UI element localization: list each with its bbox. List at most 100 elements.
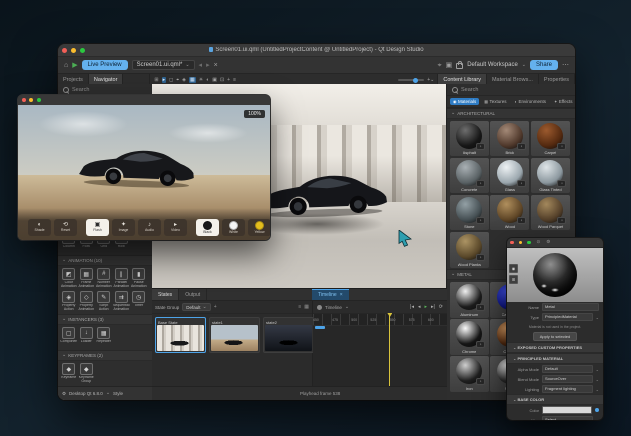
preview-tool-icon[interactable]: ⊞	[509, 275, 518, 284]
viewport-tool-icon[interactable]: ▣	[212, 78, 217, 83]
chevron-down-icon[interactable]: ⌄	[430, 78, 434, 83]
material-tile[interactable]: ↓Carpet	[531, 121, 570, 157]
mode-button[interactable]: ✦Image	[112, 219, 135, 236]
property-value[interactable]: Apply to selected	[533, 332, 577, 341]
property-row[interactable]: Alpha Mode Default ⌄	[507, 364, 603, 374]
overlay-icon[interactable]: ▣	[446, 62, 453, 69]
component-item[interactable]: ◆Keyframe	[60, 363, 78, 384]
property-row[interactable]: Name Metal ⌄	[507, 302, 603, 312]
component-item[interactable]: ▦Frame Animation	[78, 268, 96, 289]
workspace-selector[interactable]: Default Workspace	[467, 62, 518, 68]
property-value[interactable]: SourceOver	[542, 375, 593, 383]
material-tile[interactable]: ↓Aluminum	[450, 282, 489, 318]
annotation-icon[interactable]: ⌖	[438, 62, 442, 69]
add-state-icon[interactable]: +	[214, 304, 217, 310]
lock-icon[interactable]	[456, 63, 463, 69]
property-row[interactable]: Color ⌄	[507, 405, 603, 415]
property-row[interactable]: Blend Mode SourceOver ⌄	[507, 374, 603, 384]
state-group-selector[interactable]: Default⌄	[182, 303, 210, 311]
run-icon[interactable]: ▶	[72, 62, 77, 69]
material-tile[interactable]: ↓Wood	[490, 195, 529, 231]
forward-icon[interactable]: ▸	[206, 62, 210, 69]
library-search[interactable]: Search	[447, 84, 575, 96]
link-icon[interactable]	[595, 408, 599, 412]
property-value[interactable]: Default	[542, 365, 593, 373]
component-item[interactable]: ✎Script Action	[95, 291, 113, 312]
car-model[interactable]	[75, 143, 198, 192]
property-value[interactable]: PrincipledMaterial	[542, 313, 593, 321]
component-item[interactable]: ◇Property Animation	[78, 291, 96, 312]
minimize-window-button[interactable]	[519, 241, 523, 245]
pin-icon[interactable]: ⊙	[537, 240, 541, 245]
mode-button[interactable]: ▣Flash	[86, 219, 109, 236]
close-window-button[interactable]	[22, 98, 26, 102]
car-model[interactable]	[255, 168, 392, 222]
timeline-scrollbar[interactable]	[315, 326, 325, 329]
property-value[interactable]: Select	[542, 416, 593, 420]
zoom-window-button[interactable]	[37, 98, 41, 102]
property-row[interactable]: PRINCIPLED MATERIAL ⌄	[507, 353, 603, 364]
slider-knob-icon[interactable]	[413, 78, 418, 83]
car-color-button[interactable]: White	[222, 219, 245, 236]
component-item[interactable]: ◆Keyframe Group	[78, 363, 96, 384]
viewport-tool-icon[interactable]: ◐	[206, 78, 209, 83]
material-tile[interactable]: ↓Iron	[450, 356, 489, 392]
section-header[interactable]: ⌄ANIMATION (10)	[58, 255, 152, 266]
viewport-tool-icon[interactable]: ☀	[199, 78, 203, 83]
preview-tool-icon[interactable]: ◉	[509, 264, 518, 273]
close-document-icon[interactable]: ×	[214, 62, 218, 69]
material-tile[interactable]: ↓Concrete	[450, 158, 489, 194]
component-item[interactable]: ⇉Sequential Animation	[113, 291, 131, 312]
share-button[interactable]: Share	[530, 60, 558, 70]
material-tile[interactable]: ↓Wood Planks	[450, 232, 489, 268]
more-icon[interactable]: ⋯	[562, 62, 569, 69]
gear-icon[interactable]: ⚙	[62, 391, 66, 397]
component-item[interactable]: #Number Animation	[95, 268, 113, 289]
transport-icon[interactable]: |◂	[410, 305, 414, 310]
scene-button[interactable]: ⟲Reset	[54, 219, 77, 236]
library-filter-chip[interactable]: ✦Effects	[551, 98, 575, 105]
zoom-window-button[interactable]	[527, 241, 531, 245]
close-icon[interactable]: ×	[340, 292, 343, 298]
minimize-window-button[interactable]	[71, 48, 76, 53]
property-row[interactable]: Apply to selected ⌄	[507, 331, 603, 342]
section-header[interactable]: ⌄INSTANCERS (3)	[58, 314, 152, 325]
style-selector[interactable]: Style	[113, 391, 123, 396]
property-value[interactable]: BASE COLOR	[511, 397, 599, 403]
back-icon[interactable]: ◂	[199, 62, 203, 69]
bottom-tab[interactable]: Output	[179, 289, 207, 300]
transport-icon[interactable]: ⟳	[439, 305, 443, 310]
open-file-selector[interactable]: Screen01.ui.qml*⌄	[132, 60, 195, 70]
library-filter-chip[interactable]: ▦Textures	[481, 98, 509, 105]
bottom-tab[interactable]: States	[152, 289, 179, 300]
component-item[interactable]: ▦Repeater	[95, 327, 113, 348]
list-view-icon[interactable]: ≡	[298, 304, 301, 310]
material-tile[interactable]: ↓Glass Tinted	[531, 158, 570, 194]
preview-scene[interactable]: 100% ◐Shade⟲Reset ▣Flash✦Image♪Audio▸Vid…	[18, 105, 270, 240]
material-tile[interactable]: ↓Wood Parquet	[531, 195, 570, 231]
tab-timeline[interactable]: Timeline×	[312, 289, 349, 300]
property-value[interactable]: Metal	[542, 303, 599, 311]
component-item[interactable]: ▮Pause Animation	[130, 268, 148, 289]
kit-selector[interactable]: Desktop Qt 6.8.0	[69, 391, 103, 396]
state-card[interactable]: state1	[209, 317, 260, 353]
state-card[interactable]: Base State	[155, 317, 206, 353]
playhead[interactable]	[389, 313, 390, 386]
settings-icon[interactable]: ⚙	[546, 240, 550, 245]
property-value[interactable]: EXPOSED CUSTOM PROPERTIES	[511, 345, 599, 351]
property-row[interactable]: Material is not used in the project. ⌄	[507, 322, 603, 331]
viewport-zoom-slider[interactable]	[398, 79, 424, 81]
mode-button[interactable]: ▸Video	[164, 219, 187, 236]
timeline-name[interactable]: Timeline	[325, 305, 342, 310]
close-window-button[interactable]	[62, 48, 67, 53]
car-color-button[interactable]: Yellow	[248, 219, 270, 236]
property-row[interactable]: EXPOSED CUSTOM PROPERTIES ⌄	[507, 342, 603, 353]
property-row[interactable]: BASE COLOR ⌄	[507, 394, 603, 405]
live-preview-button[interactable]: Live Preview	[82, 60, 128, 70]
material-tile[interactable]: ↓Asphalt	[450, 121, 489, 157]
transport-icon[interactable]: ▸|	[431, 305, 435, 310]
viewport-tool-icon[interactable]: ◻	[169, 78, 173, 83]
material-tile[interactable]: ↓Glass	[490, 158, 529, 194]
color-swatch[interactable]	[542, 406, 592, 414]
material-tile[interactable]: ↓Chrome	[450, 319, 489, 355]
